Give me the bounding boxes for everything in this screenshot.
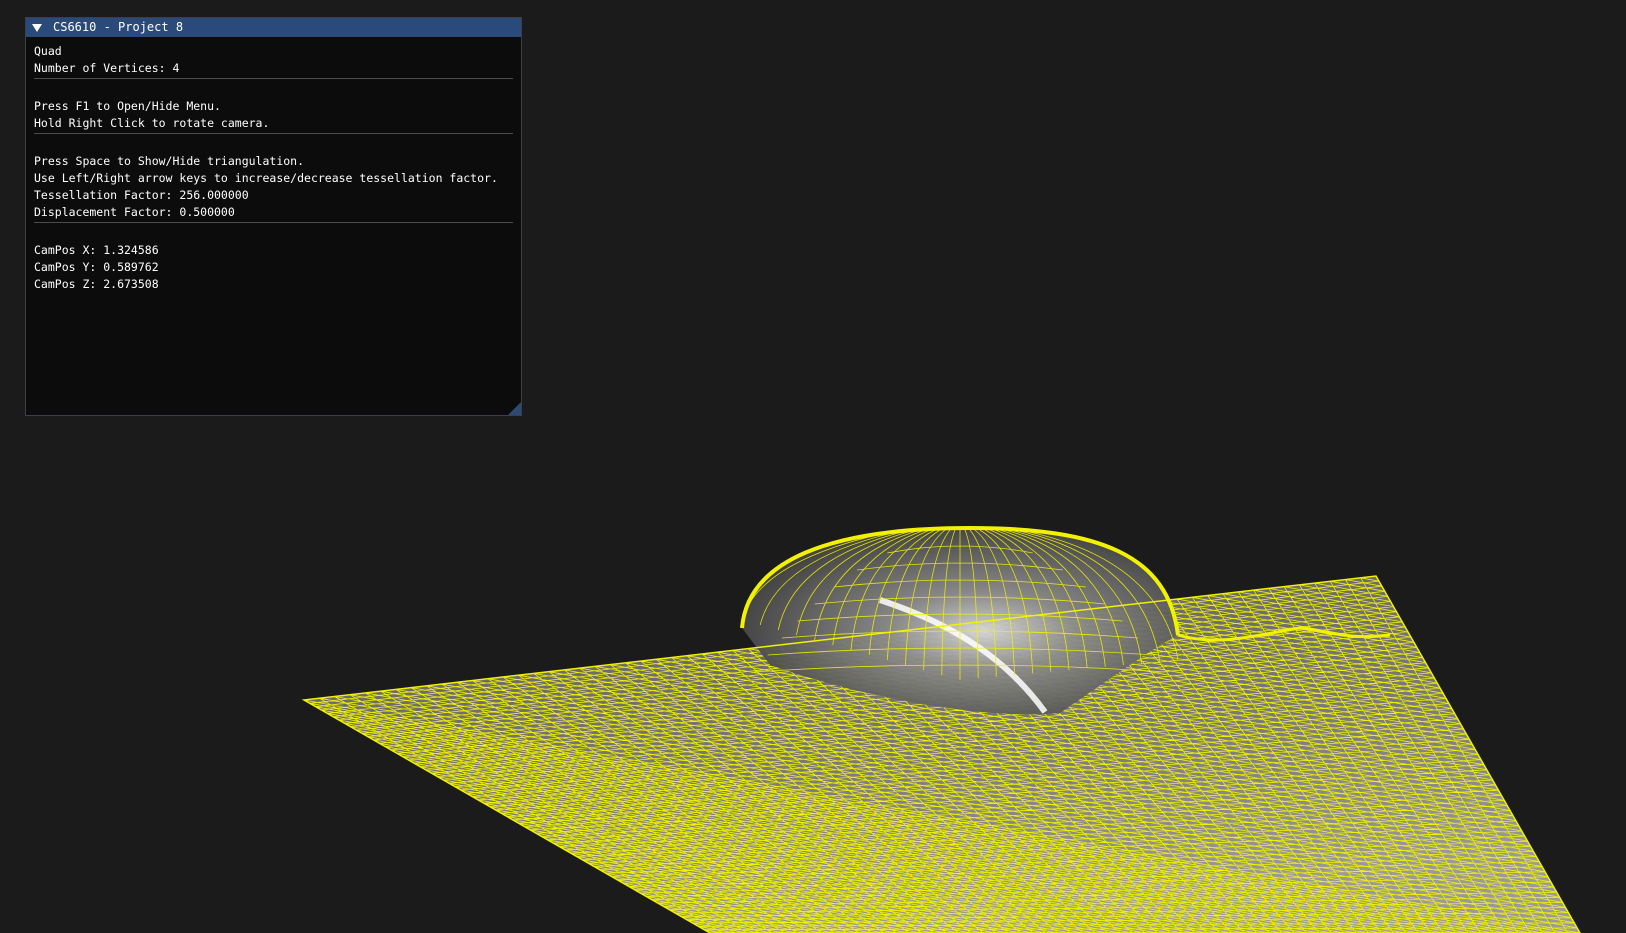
window-title: CS6610 - Project 8 [53, 20, 184, 34]
vertex-count: Number of Vertices: 4 [34, 61, 180, 75]
campos-z: CamPos Z: 2.673508 [34, 277, 159, 291]
campos-x: CamPos X: 1.324586 [34, 243, 159, 257]
collapse-arrow-icon[interactable] [32, 24, 42, 32]
help-triangulation-text: Press Space to Show/Hide triangulation. [34, 154, 305, 168]
control-panel-window[interactable]: CS6610 - Project 8 Quad Number of Vertic… [25, 17, 522, 416]
help-menu-text: Press F1 to Open/Hide Menu. [34, 99, 221, 113]
tessellation-factor: Tessellation Factor: 256.000000 [34, 188, 249, 202]
resize-grip-icon[interactable] [508, 402, 521, 415]
render-viewport[interactable]: CS6610 - Project 8 Quad Number of Vertic… [0, 0, 1626, 933]
help-camera-text: Hold Right Click to rotate camera. [34, 116, 270, 130]
panel-content: Quad Number of Vertices: 4 Press F1 to O… [26, 37, 521, 293]
model-name: Quad [34, 44, 62, 58]
help-tessellation-text: Use Left/Right arrow keys to increase/de… [34, 171, 498, 185]
campos-y: CamPos Y: 0.589762 [34, 260, 159, 274]
window-title-bar[interactable]: CS6610 - Project 8 [26, 18, 521, 37]
displacement-factor: Displacement Factor: 0.500000 [34, 205, 235, 219]
